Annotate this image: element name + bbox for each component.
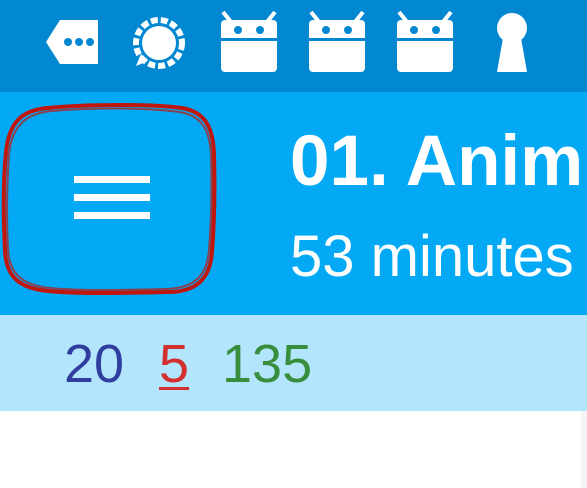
android-robot-icon — [397, 10, 453, 72]
deck-title: 01. Anim — [290, 122, 584, 201]
learn-count: 5 — [159, 334, 190, 394]
android-robot-icon — [309, 10, 365, 72]
card-content-area — [0, 411, 587, 488]
signal-messenger-icon — [133, 17, 185, 69]
status-bar — [0, 0, 587, 92]
android-robot-icon — [221, 10, 277, 72]
hamburger-menu-icon — [74, 176, 150, 219]
card-counts-bar: 20 5 135 — [0, 315, 587, 411]
new-count: 20 — [64, 334, 125, 394]
keyhole-icon — [497, 13, 527, 72]
navigation-drawer-button[interactable] — [0, 92, 225, 315]
due-count: 135 — [222, 334, 313, 394]
deck-subtitle: 53 minutes — [290, 224, 574, 289]
toolbar: 01. Anim 53 minutes — [0, 92, 587, 315]
notification-dots-icon — [46, 20, 98, 64]
scroll-edge — [581, 411, 587, 488]
